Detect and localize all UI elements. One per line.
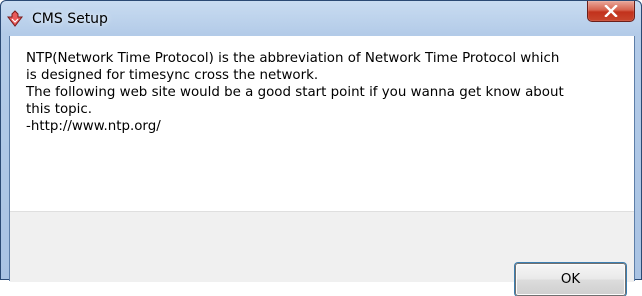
dialog-window: CMS Setup OK NTP(Network Time Protocol) … bbox=[0, 0, 642, 296]
cms-setup-app-icon bbox=[6, 10, 24, 28]
window-title: CMS Setup bbox=[32, 11, 108, 27]
message-line: NTP(Network Time Protocol) is the abbrev… bbox=[26, 51, 560, 66]
message-line: -http://www.ntp.org/ bbox=[26, 119, 161, 134]
close-button[interactable] bbox=[587, 1, 635, 22]
message-line: The following web site would be a good s… bbox=[26, 85, 564, 100]
message-line: is designed for timesync cross the netwo… bbox=[26, 68, 319, 83]
message-text: NTP(Network Time Protocol) is the abbrev… bbox=[26, 50, 626, 135]
title-bar[interactable]: CMS Setup bbox=[1, 1, 641, 36]
message-line: this topic. bbox=[26, 102, 92, 117]
close-icon bbox=[604, 5, 618, 17]
dialog-footer: OK bbox=[10, 211, 634, 296]
